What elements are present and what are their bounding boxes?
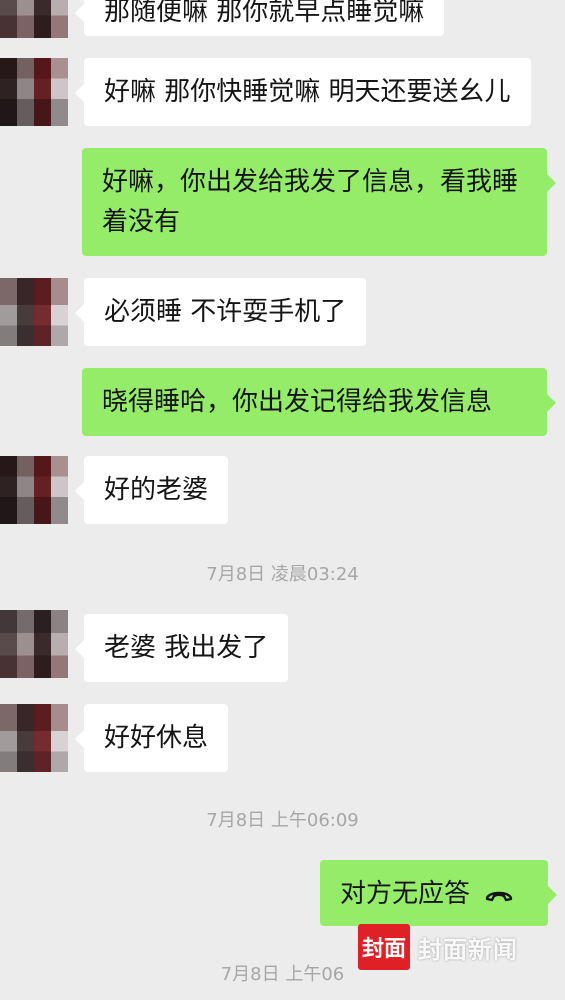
news-watermark: 封面 封面新闻: [358, 924, 518, 970]
contact-avatar[interactable]: [0, 0, 68, 38]
contact-avatar[interactable]: [0, 704, 68, 772]
message-text: 好嘛，你出发给我发了信息，看我睡着没有: [102, 167, 519, 237]
contact-avatar[interactable]: [0, 278, 68, 346]
watermark-logo: 封面: [358, 924, 410, 970]
timestamp: 7月8日 上午06:09: [206, 810, 359, 831]
message-text: 必须睡 不许耍手机了: [104, 297, 347, 327]
contact-avatar[interactable]: [0, 456, 68, 524]
message-text: 好的老婆: [104, 475, 209, 505]
phone-hangup-icon: [484, 875, 514, 915]
message-bubble-incoming[interactable]: 好嘛 那你快睡觉嘛 明天还要送幺儿: [75, 58, 531, 126]
message-text: 好好休息: [104, 723, 209, 753]
message-bubble-outgoing[interactable]: 好嘛，你出发给我发了信息，看我睡着没有: [82, 148, 556, 256]
message-text: 那随便嘛 那你就早点睡觉嘛: [104, 0, 425, 27]
contact-avatar[interactable]: [0, 58, 68, 126]
message-bubble-incoming[interactable]: 老婆 我出发了: [74, 614, 289, 682]
chat-view[interactable]: 那随便嘛 那你就早点睡觉嘛 好嘛 那你快睡觉嘛 明天还要送幺儿 好嘛，你出发给我…: [0, 0, 565, 1000]
message-bubble-incoming[interactable]: 好的老婆: [74, 456, 229, 524]
message-text: 晓得睡哈，你出发记得给我发信息: [102, 387, 493, 417]
contact-avatar[interactable]: [0, 610, 68, 678]
message-bubble-outgoing[interactable]: 晓得睡哈，你出发记得给我发信息: [82, 368, 556, 436]
call-status-text: 对方无应答: [340, 879, 471, 909]
message-bubble-incoming[interactable]: 必须睡 不许耍手机了: [74, 278, 367, 346]
message-text: 好嘛 那你快睡觉嘛 明天还要送幺儿: [104, 77, 511, 107]
watermark-text: 封面新闻: [418, 934, 518, 964]
message-text: 老婆 我出发了: [104, 633, 269, 663]
timestamp: 7月8日 凌晨03:24: [206, 564, 359, 585]
call-status-bubble[interactable]: 对方无应答: [320, 860, 557, 926]
message-bubble-incoming[interactable]: 好好休息: [74, 704, 229, 772]
message-bubble-incoming[interactable]: 那随便嘛 那你就早点睡觉嘛: [74, 0, 445, 36]
